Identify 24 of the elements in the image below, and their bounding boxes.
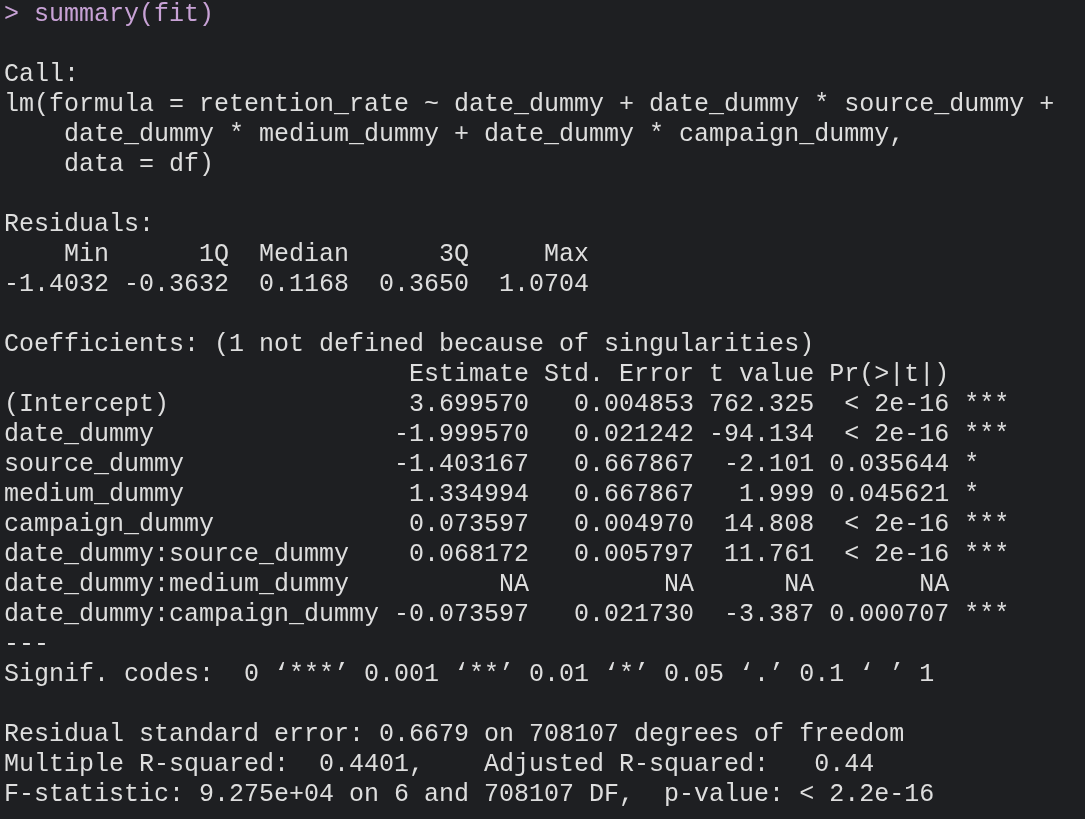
output-line: (Intercept) 3.699570 0.004853 762.325 < 2e-16 *** [4, 390, 1010, 420]
output-line: Coefficients: (1 not defined because of singularities) [4, 330, 815, 360]
output-line: Call: [4, 60, 79, 90]
output-line: Min 1Q Median 3Q Max [63, 240, 591, 270]
output-line: lm(formula = retention_rate ~ date_dummy + date_dummy * source_dummy + [4, 90, 1055, 120]
output-line: date_dummy * medium_dummy + date_dummy * campaign_dummy, [63, 120, 905, 150]
output-line: date_dummy:source_dummy 0.068172 0.005797 11.761 < 2e-16 *** [4, 540, 1010, 570]
output-line: -1.4032 -0.3632 0.1168 0.3650 1.0704 [4, 270, 591, 300]
output-line: Residual standard error: 0.6679 on 708107 degrees of freedom [4, 720, 905, 750]
output-line: date_dummy:medium_dummy NA NA NA NA [4, 570, 951, 600]
output-line: Estimate Std. Error t value Pr(>|t|) [408, 360, 951, 390]
output-line: date_dummy:campaign_dummy -0.073597 0.021730 -3.387 0.000707 *** [4, 600, 1010, 630]
output-line: date_dummy -1.999570 0.021242 -94.134 < 2e-16 *** [4, 420, 1010, 450]
output-line: F-statistic: 9.275e+04 on 6 and 708107 DF, p-value: < 2.2e-16 [4, 780, 935, 810]
output-line: Residuals: [4, 210, 155, 240]
output-line: campaign_dummy 0.073597 0.004970 14.808 < 2e-16 *** [4, 510, 1010, 540]
output-line: Signif. codes: 0 ‘***’ 0.001 ‘**’ 0.01 ‘*’ 0.05 ‘.’ 0.1 ‘ ’ 1 [4, 660, 935, 690]
prompt-symbol: > [4, 0, 19, 30]
output-line: source_dummy -1.403167 0.667867 -2.101 0.035644 * [4, 450, 981, 480]
output-line: Multiple R-squared: 0.4401, Adjusted R-squared: 0.44 [4, 750, 876, 780]
output-line: data = df) [63, 150, 215, 180]
output-line: medium_dummy 1.334994 0.667867 1.999 0.045621 * [4, 480, 981, 510]
output-line: --- [4, 630, 49, 660]
command-text: summary(fit) [34, 0, 215, 30]
